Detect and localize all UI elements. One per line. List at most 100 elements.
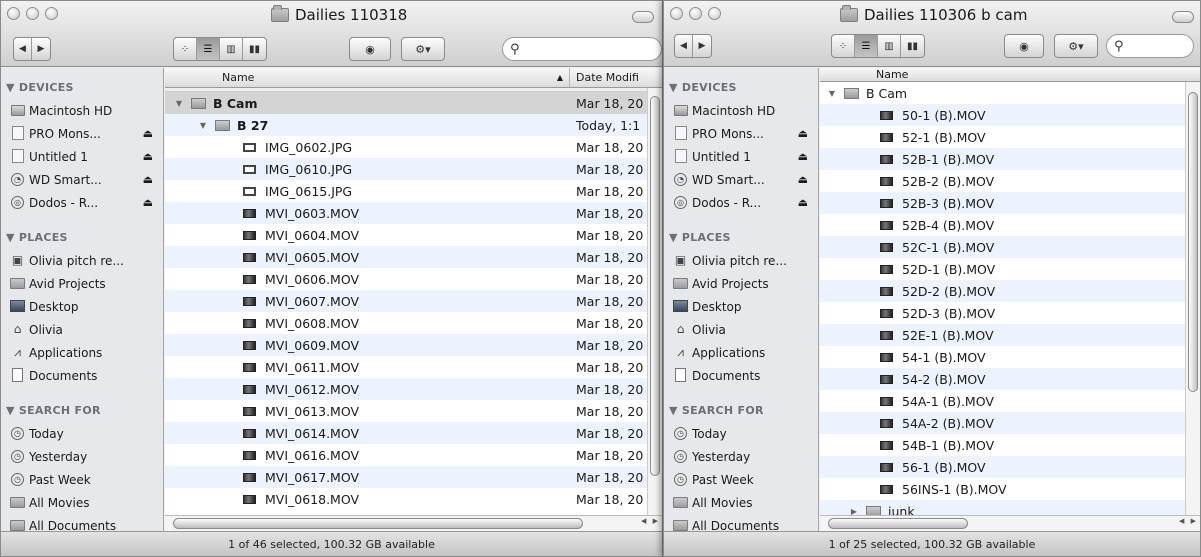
sidebar-item-applications[interactable]: ⩘ Applications bbox=[1, 341, 163, 364]
eject-icon[interactable]: ⏏ bbox=[798, 127, 808, 140]
disclosure-triangle-icon[interactable]: ▼ bbox=[173, 99, 185, 108]
icon-view-icon[interactable]: ⁘ bbox=[832, 35, 855, 57]
sidebar-item-olivia[interactable]: ⌂ Olivia bbox=[664, 318, 818, 341]
search-input[interactable] bbox=[523, 42, 661, 56]
horizontal-scrollbar[interactable]: ◀ ▶ bbox=[165, 515, 662, 531]
table-row[interactable]: IMG_0602.JPG Mar 18, 20 bbox=[165, 136, 662, 158]
sidebar-item-desktop[interactable]: Desktop bbox=[664, 295, 818, 318]
table-row[interactable]: MVI_0617.MOV Mar 18, 20 bbox=[165, 466, 662, 488]
sidebar-item-dodos[interactable]: ◎ Dodos - R... ⏏ bbox=[664, 191, 818, 214]
table-row[interactable]: 52E-1 (B).MOV bbox=[820, 324, 1200, 346]
back-arrow-icon[interactable]: ◀ bbox=[14, 38, 32, 60]
sidebar-item-all-movies[interactable]: All Movies bbox=[1, 491, 163, 514]
table-row[interactable]: MVI_0607.MOV Mar 18, 20 bbox=[165, 290, 662, 312]
back-forward-control[interactable]: ◀ ▶ bbox=[674, 34, 712, 58]
table-row[interactable]: MVI_0611.MOV Mar 18, 20 bbox=[165, 356, 662, 378]
close-button[interactable] bbox=[7, 7, 20, 20]
sidebar-item-dodos[interactable]: ◎ Dodos - R... ⏏ bbox=[1, 191, 163, 214]
forward-arrow-icon[interactable]: ▶ bbox=[32, 38, 50, 60]
sidebar-section-devices[interactable]: ▼ DEVICES bbox=[1, 78, 163, 99]
sidebar-item-today[interactable]: ◷ Today bbox=[1, 422, 163, 445]
view-mode-control[interactable]: ⁘ ☰ ▥ ▮▮ bbox=[831, 34, 925, 58]
sidebar-item-yesterday[interactable]: ◷ Yesterday bbox=[664, 445, 818, 468]
sidebar-item-olivia[interactable]: ⌂ Olivia bbox=[1, 318, 163, 341]
table-row[interactable]: MVI_0618.MOV Mar 18, 20 bbox=[165, 488, 662, 510]
column-view-icon[interactable]: ▥ bbox=[878, 35, 901, 57]
sidebar-item-macintosh-hd[interactable]: Macintosh HD bbox=[1, 99, 163, 122]
table-row[interactable]: IMG_0610.JPG Mar 18, 20 bbox=[165, 158, 662, 180]
disclosure-triangle-icon[interactable]: ▼ bbox=[197, 121, 209, 130]
table-row[interactable]: MVI_0614.MOV Mar 18, 20 bbox=[165, 422, 662, 444]
search-input[interactable] bbox=[1127, 39, 1193, 53]
back-arrow-icon[interactable]: ◀ bbox=[675, 35, 693, 57]
eject-icon[interactable]: ⏏ bbox=[143, 196, 153, 209]
table-row[interactable]: ▼ B Cam Mar 18, 20 bbox=[165, 92, 662, 114]
table-row[interactable]: 52B-2 (B).MOV bbox=[820, 170, 1200, 192]
table-row[interactable]: MVI_0606.MOV Mar 18, 20 bbox=[165, 268, 662, 290]
title-bar[interactable]: Dailies 110318 ◀ ▶ ⁘ ☰ ▥ ▮▮ ◉ ⚙▾ ⚲ bbox=[1, 1, 662, 67]
sidebar-item-untitled-1[interactable]: Untitled 1 ⏏ bbox=[1, 145, 163, 168]
table-row[interactable]: 52B-4 (B).MOV bbox=[820, 214, 1200, 236]
table-row[interactable]: MVI_0612.MOV Mar 18, 20 bbox=[165, 378, 662, 400]
sidebar-item-all-movies[interactable]: All Movies bbox=[664, 491, 818, 514]
sidebar-section-places[interactable]: ▼ PLACES bbox=[664, 228, 818, 249]
vertical-scrollbar[interactable] bbox=[647, 88, 662, 515]
column-header-name[interactable]: Name ▲ bbox=[165, 68, 570, 87]
action-menu-button[interactable]: ⚙▾ bbox=[401, 37, 445, 61]
table-row[interactable]: 56INS-1 (B).MOV bbox=[820, 478, 1200, 500]
sidebar-item-macintosh-hd[interactable]: Macintosh HD bbox=[664, 99, 818, 122]
back-forward-control[interactable]: ◀ ▶ bbox=[13, 37, 51, 61]
forward-arrow-icon[interactable]: ▶ bbox=[693, 35, 711, 57]
sidebar-item-all-documents[interactable]: All Documents bbox=[664, 514, 818, 531]
table-row[interactable]: 52D-3 (B).MOV bbox=[820, 302, 1200, 324]
table-row[interactable]: IMG_0615.JPG Mar 18, 20 bbox=[165, 180, 662, 202]
sidebar-item-yesterday[interactable]: ◷ Yesterday bbox=[1, 445, 163, 468]
toolbar-toggle-button[interactable] bbox=[632, 11, 654, 23]
title-bar[interactable]: Dailies 110306 b cam ◀ ▶ ⁘ ☰ ▥ ▮▮ ◉ ⚙▾ ⚲ bbox=[664, 1, 1200, 67]
table-row[interactable]: ▼ B Cam bbox=[820, 82, 1200, 104]
column-header-date-modified[interactable]: Date Modifi bbox=[570, 68, 639, 87]
sidebar-item-wd-smart[interactable]: ◔ WD Smart... ⏏ bbox=[664, 168, 818, 191]
eject-icon[interactable]: ⏏ bbox=[143, 127, 153, 140]
table-row[interactable]: 54-2 (B).MOV bbox=[820, 368, 1200, 390]
toolbar-toggle-button[interactable] bbox=[1172, 11, 1194, 23]
minimize-button[interactable] bbox=[26, 7, 39, 20]
table-row[interactable]: MVI_0616.MOV Mar 18, 20 bbox=[165, 444, 662, 466]
eject-icon[interactable]: ⏏ bbox=[798, 196, 808, 209]
sidebar-item-pro-mons[interactable]: PRO Mons... ⏏ bbox=[664, 122, 818, 145]
sidebar-item-past-week[interactable]: ◷ Past Week bbox=[1, 468, 163, 491]
sidebar-item-avid-projects[interactable]: Avid Projects bbox=[664, 272, 818, 295]
table-row[interactable]: 52D-1 (B).MOV bbox=[820, 258, 1200, 280]
sidebar-item-olivia-pitch[interactable]: ▣ Olivia pitch re... bbox=[664, 249, 818, 272]
table-row[interactable]: MVI_0608.MOV Mar 18, 20 bbox=[165, 312, 662, 334]
sidebar-section-devices[interactable]: ▼ DEVICES bbox=[664, 78, 818, 99]
zoom-button[interactable] bbox=[708, 7, 721, 20]
eject-icon[interactable]: ⏏ bbox=[143, 173, 153, 186]
table-row[interactable]: 52-1 (B).MOV bbox=[820, 126, 1200, 148]
eject-icon[interactable]: ⏏ bbox=[798, 173, 808, 186]
scroll-thumb[interactable] bbox=[1188, 92, 1198, 392]
view-mode-control[interactable]: ⁘ ☰ ▥ ▮▮ bbox=[173, 37, 267, 61]
sidebar-item-olivia-pitch[interactable]: ▣ Olivia pitch re... bbox=[1, 249, 163, 272]
table-row[interactable]: 50-1 (B).MOV bbox=[820, 104, 1200, 126]
search-field[interactable]: ⚲ bbox=[502, 37, 662, 61]
zoom-button[interactable] bbox=[45, 7, 58, 20]
table-row[interactable]: 52C-1 (B).MOV bbox=[820, 236, 1200, 258]
minimize-button[interactable] bbox=[689, 7, 702, 20]
table-row[interactable]: 54-1 (B).MOV bbox=[820, 346, 1200, 368]
table-row[interactable]: MVI_0613.MOV Mar 18, 20 bbox=[165, 400, 662, 422]
list-view-icon[interactable]: ☰ bbox=[197, 38, 220, 60]
close-button[interactable] bbox=[670, 7, 683, 20]
sidebar-item-pro-mons[interactable]: PRO Mons... ⏏ bbox=[1, 122, 163, 145]
scroll-arrows-icon[interactable]: ◀ ▶ bbox=[1179, 517, 1198, 525]
icon-view-icon[interactable]: ⁘ bbox=[174, 38, 197, 60]
table-row[interactable]: 52B-3 (B).MOV bbox=[820, 192, 1200, 214]
table-row[interactable]: MVI_0603.MOV Mar 18, 20 bbox=[165, 202, 662, 224]
table-row[interactable]: 52B-1 (B).MOV bbox=[820, 148, 1200, 170]
column-view-icon[interactable]: ▥ bbox=[220, 38, 243, 60]
table-row[interactable]: MVI_0604.MOV Mar 18, 20 bbox=[165, 224, 662, 246]
table-row[interactable]: 54A-2 (B).MOV bbox=[820, 412, 1200, 434]
horizontal-scrollbar[interactable]: ◀ ▶ bbox=[820, 515, 1200, 531]
sidebar-item-wd-smart[interactable]: ◔ WD Smart... ⏏ bbox=[1, 168, 163, 191]
vertical-scrollbar[interactable] bbox=[1185, 82, 1200, 515]
